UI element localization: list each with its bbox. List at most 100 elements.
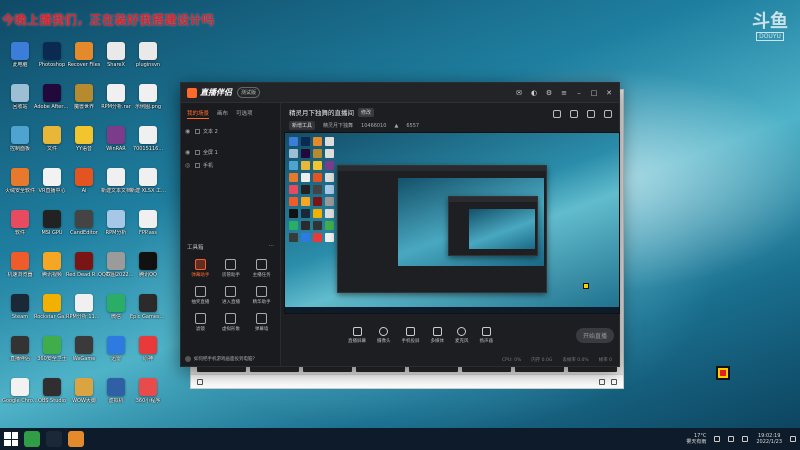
desktop-icon[interactable]: 70015116... (130, 126, 166, 162)
lock-checkbox[interactable] (195, 129, 200, 134)
scene-item[interactable]: ◉ 文本 2 (185, 125, 276, 138)
taskbar-app-icon[interactable] (24, 431, 40, 447)
desktop-icon[interactable]: CandEditor (66, 210, 102, 246)
desktop-icon[interactable]: Rockstar Games (34, 294, 70, 330)
desktop-icon[interactable]: 360小程序 (130, 378, 166, 414)
desktop-icon[interactable]: FPP.ass (130, 210, 166, 246)
live-source-button[interactable]: 扬声器 (480, 326, 493, 344)
lock-icon[interactable] (570, 110, 578, 118)
sidebar-tip[interactable]: 如何把手机游戏画面投到电脑？ (185, 356, 257, 362)
share-icon[interactable] (604, 110, 612, 118)
desktop-icon[interactable]: 腾讯QQ (130, 252, 166, 288)
tab-canvas[interactable]: 画布 (217, 109, 228, 119)
desktop-icon[interactable]: 新建文本文档 (98, 168, 134, 204)
desktop-icon[interactable]: Red Dead Redemption (66, 252, 102, 288)
tool-button[interactable]: 房管助手 (216, 259, 247, 278)
desktop-icon[interactable]: 原神 (130, 336, 166, 372)
desktop-icon[interactable]: VR直播中心 (34, 168, 70, 204)
desktop-icon[interactable]: 示例图.png (130, 84, 166, 120)
message-icon[interactable]: ✉ (515, 89, 523, 97)
eye-icon[interactable]: ◉ (185, 149, 192, 156)
desktop-icon[interactable]: 回收站 (2, 84, 38, 120)
close-icon[interactable]: ✕ (605, 89, 613, 97)
eye-icon[interactable]: ◎ (185, 162, 192, 169)
tab-my-scenes[interactable]: 我的场景 (187, 109, 210, 119)
desktop-icon[interactable]: 魔兽世界 (66, 84, 102, 120)
desktop-icon[interactable]: RPM分析 1111.rar (66, 294, 102, 330)
desktop-icon[interactable]: WinRAR (98, 126, 134, 162)
volume-icon[interactable] (728, 436, 735, 442)
more-icon[interactable]: ⋯ (269, 243, 275, 251)
desktop-icon[interactable]: Adobe After Effects 2020 (34, 84, 70, 120)
weather-widget[interactable]: 17°C 雾天有雨 (686, 433, 706, 445)
desktop-icon[interactable]: 文件 (34, 126, 70, 162)
network-icon[interactable] (714, 436, 721, 442)
live-source-button[interactable]: 摄像头 (377, 326, 391, 344)
live-preview[interactable] (284, 132, 620, 314)
desktop-icon[interactable]: 火绒安全软件 (2, 168, 38, 204)
live-companion-taskbar-icon[interactable] (68, 431, 84, 447)
desktop-icon[interactable]: Ai (66, 168, 102, 204)
desktop-icon[interactable]: 虚拟机 (98, 378, 134, 414)
desktop-icon[interactable]: 机速浏览器 (2, 252, 38, 288)
desktop-icon[interactable]: pluginsvn (130, 42, 166, 78)
live-source-button[interactable]: 直播屏幕 (348, 326, 366, 344)
clock[interactable]: 19:02:19 2022/1/23 (756, 433, 782, 445)
scene-item[interactable]: ◎ 手机 (185, 159, 276, 172)
menu-icon[interactable]: ≡ (560, 89, 568, 97)
desktop-icon[interactable]: Epic Games Launcher (130, 294, 166, 330)
desktop-icon[interactable]: MSI GPU (34, 210, 70, 246)
tab-options[interactable]: 可选项 (236, 109, 253, 119)
eye-icon[interactable]: ◉ (185, 128, 192, 135)
tool-button[interactable]: 弹幕助手 (185, 259, 216, 278)
desktop-icon[interactable]: ShareX (98, 42, 134, 78)
skin-icon[interactable]: ◐ (530, 89, 538, 97)
tool-button[interactable]: 主播任务 (246, 259, 277, 278)
settings-icon[interactable]: ⚙ (545, 89, 553, 97)
scene-item[interactable]: ◉ 全屏 1 (185, 146, 276, 159)
desktop-icon[interactable]: 腾讯视频 (34, 252, 70, 288)
desktop-icon[interactable]: RPM分析.rar (98, 84, 134, 120)
desktop-icon[interactable]: Photoshop (34, 42, 70, 78)
lock-checkbox[interactable] (195, 163, 200, 168)
desktop-icon[interactable]: RPM分析 (98, 210, 134, 246)
live-source-button[interactable]: 麦克风 (455, 326, 469, 344)
tool-button[interactable]: 虚拟形象 (216, 313, 247, 332)
app-titlebar[interactable]: 直播伴侣 测试版 ✉ ◐ ⚙ ≡ – □ ✕ (181, 83, 619, 103)
room-category[interactable]: 新增工具 (289, 121, 316, 130)
settings-icon[interactable] (611, 378, 617, 385)
desktop-icon[interactable]: 迅雷 (98, 336, 134, 372)
tool-button[interactable]: 抽奖直播 (185, 286, 216, 305)
desktop-icon[interactable]: 软件 (2, 210, 38, 246)
live-source-button[interactable]: 多媒体 (431, 326, 444, 344)
live-source-button[interactable]: 手机投屏 (402, 326, 420, 344)
desktop-icon[interactable]: Google Chrome (2, 378, 38, 414)
edit-room-button[interactable]: 修改 (358, 107, 375, 117)
chart-icon[interactable] (587, 110, 595, 118)
desktop-icon[interactable]: Steam (2, 294, 38, 330)
desktop-icon[interactable]: OBS Studio (34, 378, 70, 414)
lock-checkbox[interactable] (195, 150, 200, 155)
desktop-icon[interactable]: 直播伴侣 (2, 336, 38, 372)
desktop-icon[interactable]: 360安全卫士 (34, 336, 70, 372)
tool-button[interactable]: 精华助手 (246, 286, 277, 305)
screenshot-icon[interactable] (599, 378, 605, 385)
notification-icon[interactable] (790, 436, 796, 442)
tool-button[interactable]: 进入直播 (216, 286, 247, 305)
desktop-icon[interactable]: WeGame (66, 336, 102, 372)
minimize-icon[interactable]: – (575, 89, 583, 97)
desktop-icon[interactable]: YY语音 (66, 126, 102, 162)
desktop-icon[interactable]: 微信 (98, 294, 134, 330)
menu-icon[interactable] (197, 378, 203, 385)
desktop-icon[interactable]: QQ截图2022012... (98, 252, 134, 288)
gift-icon[interactable] (553, 110, 561, 118)
steam-taskbar-icon[interactable] (46, 431, 62, 447)
maximize-icon[interactable]: □ (590, 89, 598, 97)
desktop-icon[interactable]: 新建 XLSX 工作表 (130, 168, 166, 204)
desktop-icon[interactable]: WOW大脚 (66, 378, 102, 414)
tool-button[interactable]: 弹幕墙 (246, 313, 277, 332)
desktop-icon[interactable]: 此电脑 (2, 42, 38, 78)
ime-icon[interactable] (742, 436, 749, 442)
desktop-icon[interactable]: 控制面板 (2, 126, 38, 162)
windows-start-icon[interactable] (4, 432, 18, 446)
